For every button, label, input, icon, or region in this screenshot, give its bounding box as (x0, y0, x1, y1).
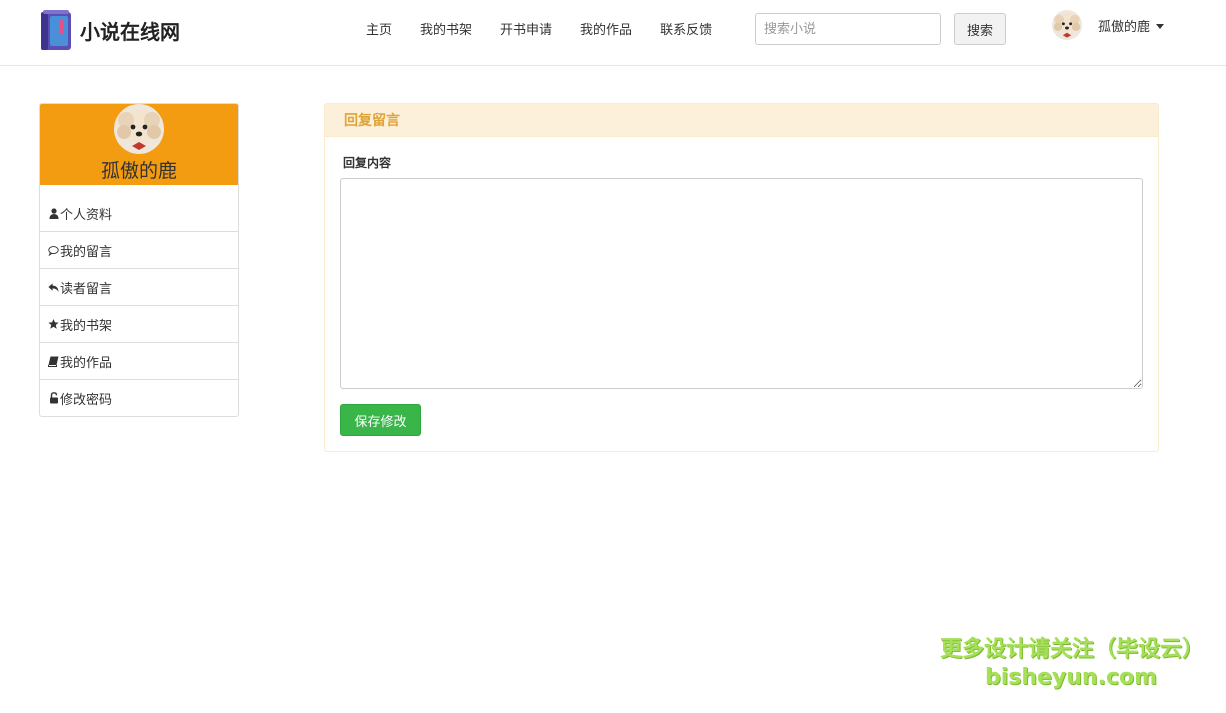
sidebar-item-label: 我的作品 (60, 355, 113, 371)
user-icon (48, 207, 59, 219)
sidebar-item-label: 修改密码 (60, 392, 113, 408)
brand-logo[interactable]: 小说在线网 (40, 8, 180, 52)
chevron-down-icon (1156, 23, 1165, 29)
sidebar-item-change-password[interactable]: 修改密码 (40, 379, 238, 416)
watermark-line1: 更多设计请关注（毕设云） (940, 637, 1205, 662)
user-menu[interactable]: 孤傲的鹿 (1052, 9, 1165, 41)
top-navbar: 小说在线网 主页 我的书架 开书申请 我的作品 联系反馈 搜索 孤傲的鹿 (0, 0, 1226, 66)
sidebar-menu: 个人资料 我的留言 读者留言 我的书架 我的作品 修改密码 (40, 185, 238, 416)
sidebar-item-bookshelf[interactable]: 我的书架 (40, 305, 238, 342)
main-nav: 主页 我的书架 开书申请 我的作品 联系反馈 (352, 0, 726, 56)
book-icon (48, 355, 59, 367)
sidebar-item-my-messages[interactable]: 我的留言 (40, 231, 238, 268)
profile-avatar (114, 104, 164, 154)
sidebar-item-label: 读者留言 (60, 281, 113, 297)
save-button[interactable]: 保存修改 (340, 404, 421, 436)
reply-panel: 回复留言 回复内容 保存修改 (324, 103, 1159, 452)
panel-title: 回复留言 (325, 104, 1158, 137)
sidebar-item-label: 我的留言 (60, 244, 113, 260)
profile-sidebar: 孤傲的鹿 个人资料 我的留言 读者留言 我的书架 我的作品 修改密码 (39, 103, 239, 417)
avatar (1052, 10, 1082, 40)
sidebar-item-reader-messages[interactable]: 读者留言 (40, 268, 238, 305)
profile-name: 孤傲的鹿 (100, 160, 177, 182)
dog-avatar-icon (114, 104, 164, 154)
reply-content-textarea[interactable] (340, 178, 1143, 389)
brand-name: 小说在线网 (80, 19, 180, 44)
watermark: 更多设计请关注（毕设云） bisheyun.com (940, 634, 1205, 690)
lock-icon (48, 392, 59, 404)
comment-icon (48, 244, 59, 256)
book-icon (41, 10, 71, 50)
profile-header: 孤傲的鹿 (40, 104, 238, 185)
sidebar-item-label: 个人资料 (60, 207, 113, 223)
sidebar-item-label: 我的书架 (60, 318, 113, 334)
search-input[interactable] (755, 13, 941, 45)
user-name: 孤傲的鹿 (1098, 19, 1151, 35)
nav-item-home[interactable]: 主页 (352, 19, 406, 38)
reply-icon (48, 281, 59, 293)
dog-avatar-icon (1052, 10, 1082, 40)
nav-item-apply[interactable]: 开书申请 (486, 19, 566, 38)
reply-content-label: 回复内容 (343, 156, 392, 170)
watermark-line2: bisheyun.com (984, 665, 1158, 690)
nav-item-bookshelf[interactable]: 我的书架 (406, 19, 486, 38)
nav-item-feedback[interactable]: 联系反馈 (646, 19, 726, 38)
sidebar-item-profile[interactable]: 个人资料 (40, 195, 238, 231)
star-icon (48, 318, 59, 330)
nav-item-my-works[interactable]: 我的作品 (566, 19, 646, 38)
search-button[interactable]: 搜索 (954, 13, 1006, 45)
sidebar-item-my-works[interactable]: 我的作品 (40, 342, 238, 379)
